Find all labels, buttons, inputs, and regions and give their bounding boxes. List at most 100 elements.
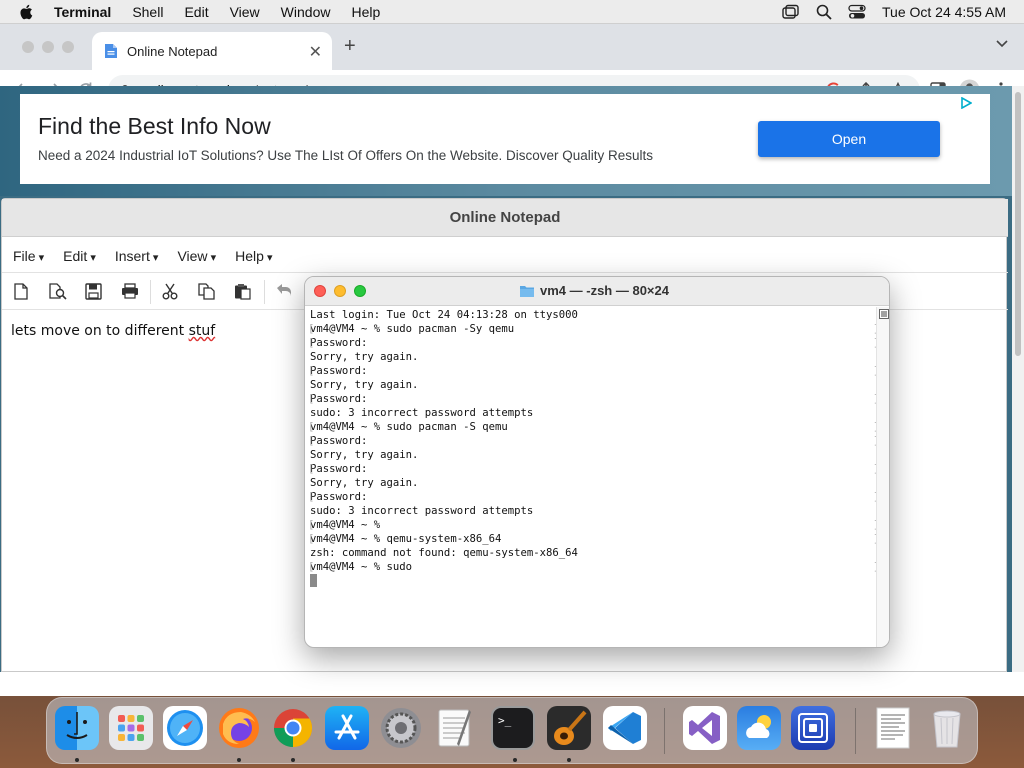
tab-online-notepad[interactable]: Online Notepad ✕: [92, 32, 332, 70]
terminal-mark-left: [: [308, 337, 315, 349]
screen-sharing-app-icon[interactable]: [791, 706, 835, 750]
tab-title: Online Notepad: [127, 43, 218, 59]
terminal-scrollbar[interactable]: [876, 307, 889, 647]
terminal-title-bar[interactable]: vm4 — -zsh — 80×24: [305, 277, 889, 306]
dock-separator: [664, 708, 665, 754]
ad-subtext[interactable]: Need a 2024 Industrial IoT Solutions? Us…: [38, 148, 653, 163]
zoom-window-button[interactable]: [62, 41, 74, 53]
chrome-running-indicator: [291, 758, 295, 762]
notepad-menu-view[interactable]: View: [177, 248, 216, 264]
control-center-icon[interactable]: [848, 4, 866, 20]
print-icon[interactable]: [121, 283, 139, 299]
terminal-line: []vm4@VM4 ~ % qemu-system-x86_64: [308, 532, 879, 546]
terminal-minimize-button[interactable]: [334, 285, 346, 297]
copy-icon[interactable]: [198, 283, 215, 300]
document-stack-icon[interactable]: [871, 706, 915, 750]
terminal-line: sudo: 3 incorrect password attempts: [310, 406, 874, 420]
finder-app-icon[interactable]: [55, 706, 99, 750]
menu-edit[interactable]: Edit: [184, 4, 208, 20]
folder-icon: [520, 285, 534, 297]
notepad-menu-file[interactable]: File: [13, 248, 44, 264]
spotlight-search-icon[interactable]: [816, 4, 832, 20]
terminal-line-text: vm4@VM4 ~ % qemu-system-x86_64: [310, 533, 502, 545]
terminal-mark-left: [: [308, 491, 315, 503]
new-document-icon[interactable]: [14, 283, 28, 300]
weather-app-icon[interactable]: [737, 706, 781, 750]
apple-menu-icon[interactable]: [18, 3, 36, 21]
dock-separator: [855, 708, 856, 754]
minimize-window-button[interactable]: [42, 41, 54, 53]
menu-help[interactable]: Help: [351, 4, 380, 20]
terminal-line-text: Password:: [310, 463, 368, 475]
undo-arrow-icon[interactable]: [276, 283, 292, 297]
cut-scissors-icon[interactable]: [162, 283, 178, 300]
terminal-line-text: Sorry, try again.: [310, 477, 419, 489]
page-scrollbar-thumb[interactable]: [1015, 92, 1021, 356]
chrome-app-icon[interactable]: [271, 706, 315, 750]
terminal-mark-left: [: [308, 533, 315, 545]
window-switcher-icon[interactable]: [782, 4, 800, 20]
terminal-line: []vm4@VM4 ~ % sudo: [308, 560, 879, 574]
terminal-line-text: vm4@VM4 ~ % sudo pacman -Sy qemu: [310, 323, 515, 335]
ad-headline[interactable]: Find the Best Info Now: [38, 113, 271, 140]
finder-running-indicator: [75, 758, 79, 762]
menu-app-name[interactable]: Terminal: [54, 4, 111, 20]
textedit-app-icon[interactable]: [433, 706, 477, 750]
terminal-line: Sorry, try again.: [310, 378, 874, 392]
vscode-app-icon[interactable]: [603, 706, 647, 750]
close-window-button[interactable]: [22, 41, 34, 53]
menu-window[interactable]: Window: [281, 4, 331, 20]
trash-icon[interactable]: [925, 706, 969, 750]
adchoices-icon[interactable]: [960, 97, 972, 109]
close-tab-icon[interactable]: ✕: [309, 42, 322, 62]
terminal-output[interactable]: Last login: Tue Oct 24 04:13:28 on ttys0…: [308, 308, 879, 644]
terminal-line-text: Sorry, try again.: [310, 351, 419, 363]
app-store-app-icon[interactable]: [325, 706, 369, 750]
tab-bar: Online Notepad ✕ +: [0, 24, 1024, 70]
new-tab-button[interactable]: +: [344, 35, 356, 58]
terminal-close-button[interactable]: [314, 285, 326, 297]
terminal-marks-icon[interactable]: [879, 309, 889, 319]
open-file-icon[interactable]: [49, 283, 67, 300]
menu-clock[interactable]: Tue Oct 24 4:55 AM: [882, 4, 1006, 20]
safari-app-icon[interactable]: [163, 706, 207, 750]
terminal-line: Sorry, try again.: [310, 476, 874, 490]
terminal-line-text: sudo: 3 incorrect password attempts: [310, 505, 534, 517]
terminal-line-text: Sorry, try again.: [310, 379, 419, 391]
terminal-line: []vm4@VM4 ~ %: [308, 518, 879, 532]
svg-text:>_: >_: [498, 714, 512, 727]
document-favicon-icon: [105, 44, 117, 58]
terminal-prompt-line: [310, 574, 874, 588]
menu-view[interactable]: View: [230, 4, 260, 20]
ad-open-button[interactable]: Open: [758, 121, 940, 157]
terminal-mark-left: [: [308, 463, 315, 475]
terminal-mark-left: [: [308, 519, 315, 531]
notepad-text-content[interactable]: lets move on to different stuf: [11, 323, 215, 339]
advertisement-banner[interactable]: Find the Best Info Now Need a 2024 Indus…: [20, 94, 990, 184]
firefox-app-icon[interactable]: [217, 706, 261, 750]
terminal-line-text: sudo: 3 incorrect password attempts: [310, 407, 534, 419]
launchpad-app-icon[interactable]: [109, 706, 153, 750]
save-icon[interactable]: [85, 283, 102, 300]
terminal-zoom-button[interactable]: [354, 285, 366, 297]
notepad-menu-help[interactable]: Help: [235, 248, 272, 264]
terminal-line-text: zsh: command not found: qemu-system-x86_…: [310, 547, 578, 559]
terminal-line-text: Sorry, try again.: [310, 449, 419, 461]
paste-clipboard-icon[interactable]: [234, 283, 251, 300]
menu-shell[interactable]: Shell: [132, 4, 163, 20]
toolbar-separator: [264, 280, 265, 304]
garageband-app-icon[interactable]: [547, 706, 591, 750]
terminal-app-icon[interactable]: >_: [491, 706, 535, 750]
text-cursor: [310, 574, 317, 587]
terminal-line: []Password:: [308, 392, 879, 406]
terminal-line: []Password:: [308, 462, 879, 476]
page-scrollbar[interactable]: [1012, 86, 1024, 672]
terminal-line-text: Password:: [310, 435, 368, 447]
terminal-line: []Password:: [308, 490, 879, 504]
tab-search-chevron-down-icon[interactable]: [996, 40, 1008, 48]
system-settings-app-icon[interactable]: [379, 706, 423, 750]
notepad-menu-edit[interactable]: Edit: [63, 248, 96, 264]
terminal-mark-left: [: [308, 435, 315, 447]
notepad-menu-insert[interactable]: Insert: [115, 248, 159, 264]
visual-studio-app-icon[interactable]: [683, 706, 727, 750]
